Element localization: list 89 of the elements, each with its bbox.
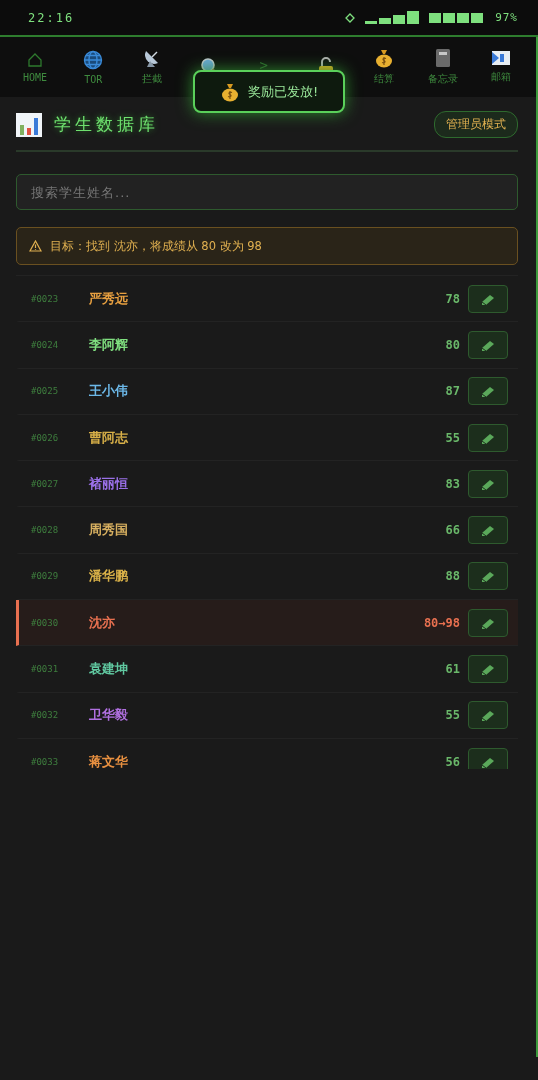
student-score: 87 xyxy=(445,384,460,399)
student-id: #0024 xyxy=(31,339,60,350)
student-score: 80→98 xyxy=(423,615,460,630)
student-name: 沈亦 xyxy=(89,613,116,632)
student-row[interactable]: #0033 蒋文华 56 xyxy=(16,738,518,769)
student-id: #0029 xyxy=(31,571,60,582)
battery-percent: 97% xyxy=(495,11,518,24)
student-row[interactable]: #0030 沈亦 80→98 xyxy=(16,600,518,647)
edit-button[interactable] xyxy=(468,655,508,683)
nav-item[interactable]: TOR xyxy=(67,49,120,85)
student-score: 66 xyxy=(445,523,460,538)
nav-item[interactable]: HOME xyxy=(9,51,62,83)
signal-icon xyxy=(365,11,420,24)
toast-text: 奖励已发放! xyxy=(247,82,319,101)
student-row[interactable]: #0026 曹阿志 55 xyxy=(16,414,518,462)
edit-button[interactable] xyxy=(468,423,508,452)
edit-button[interactable] xyxy=(468,516,508,545)
money-bag-icon xyxy=(374,48,395,68)
student-id: #0027 xyxy=(31,478,60,489)
pencil-icon xyxy=(480,524,496,537)
page-title: 学生数据库 xyxy=(54,113,159,136)
search-field[interactable]: 搜索学生姓名... xyxy=(16,174,518,210)
student-row[interactable]: #0024 李阿辉 80 xyxy=(16,322,518,369)
student-name: 潘华鹏 xyxy=(89,567,129,586)
pencil-icon xyxy=(480,385,496,398)
edit-button[interactable] xyxy=(468,701,508,730)
student-id: #0033 xyxy=(31,756,60,767)
pencil-icon xyxy=(480,709,496,722)
student-name: 卫华毅 xyxy=(89,706,129,725)
student-name: 李阿辉 xyxy=(89,335,129,354)
student-row[interactable]: #0028 周秀国 66 xyxy=(16,507,518,554)
nav-item[interactable]: 备忘录 xyxy=(416,48,469,86)
edit-button[interactable] xyxy=(468,608,508,637)
student-id: #0026 xyxy=(31,432,60,443)
pencil-icon xyxy=(480,755,496,768)
student-row[interactable]: #0027 褚丽恒 83 xyxy=(16,461,518,508)
status-time: 22:16 xyxy=(28,10,75,25)
student-row[interactable]: #0032 卫华毅 55 xyxy=(16,692,518,739)
edit-button[interactable] xyxy=(468,330,508,359)
battery-icon xyxy=(429,12,486,23)
student-row[interactable]: #0025 王小伟 87 xyxy=(16,368,518,415)
student-name: 严秀远 xyxy=(89,289,129,308)
pencil-icon xyxy=(480,570,496,583)
edit-button[interactable] xyxy=(468,377,508,406)
student-score: 56 xyxy=(445,754,460,769)
pencil-icon xyxy=(480,431,496,444)
pencil-icon xyxy=(480,292,496,305)
pencil-icon xyxy=(480,338,496,351)
home-icon xyxy=(27,51,44,68)
student-row[interactable]: #0023 严秀远 78 xyxy=(16,276,518,323)
nav-item[interactable]: 拦截 xyxy=(125,48,178,86)
nav-item[interactable]: 邮箱 xyxy=(474,50,527,84)
edit-button[interactable] xyxy=(468,562,508,591)
diamond-icon xyxy=(345,12,356,23)
nav-item[interactable]: 结算 xyxy=(358,48,411,86)
student-row[interactable]: #0031 袁建坤 61 xyxy=(16,646,518,693)
student-id: #0023 xyxy=(31,293,60,304)
email-icon xyxy=(490,50,511,66)
student-id: #0030 xyxy=(31,617,60,628)
globe-icon xyxy=(83,49,104,70)
goal-text: 目标：找到 沈亦，将成绩从 80 改为 98 xyxy=(50,238,262,254)
student-id: #0028 xyxy=(31,525,60,536)
pencil-icon xyxy=(480,616,496,629)
edit-button[interactable] xyxy=(468,284,508,313)
student-id: #0032 xyxy=(31,710,60,721)
student-score: 80 xyxy=(445,337,460,352)
notebook-icon xyxy=(434,48,451,68)
student-name: 褚丽恒 xyxy=(89,474,129,493)
pencil-icon xyxy=(480,663,496,675)
warning-icon xyxy=(29,240,42,252)
admin-mode-badge: 管理员模式 xyxy=(434,111,518,138)
student-id: #0025 xyxy=(31,386,60,397)
student-name: 王小伟 xyxy=(89,382,129,401)
pencil-icon xyxy=(480,477,496,490)
student-name: 袁建坤 xyxy=(89,660,129,678)
student-score: 55 xyxy=(445,430,460,445)
student-score: 83 xyxy=(445,476,460,491)
student-score: 88 xyxy=(445,569,460,584)
student-id: #0031 xyxy=(31,664,60,674)
money-bag-icon xyxy=(219,81,240,102)
student-score: 61 xyxy=(445,662,460,676)
student-score: 55 xyxy=(445,708,460,723)
edit-button[interactable] xyxy=(468,469,508,498)
bar-chart-icon xyxy=(16,112,42,137)
student-name: 周秀国 xyxy=(89,521,129,540)
student-name: 蒋文华 xyxy=(89,752,129,769)
student-name: 曹阿志 xyxy=(89,428,129,447)
edit-button[interactable] xyxy=(468,747,508,769)
student-score: 78 xyxy=(445,291,460,306)
